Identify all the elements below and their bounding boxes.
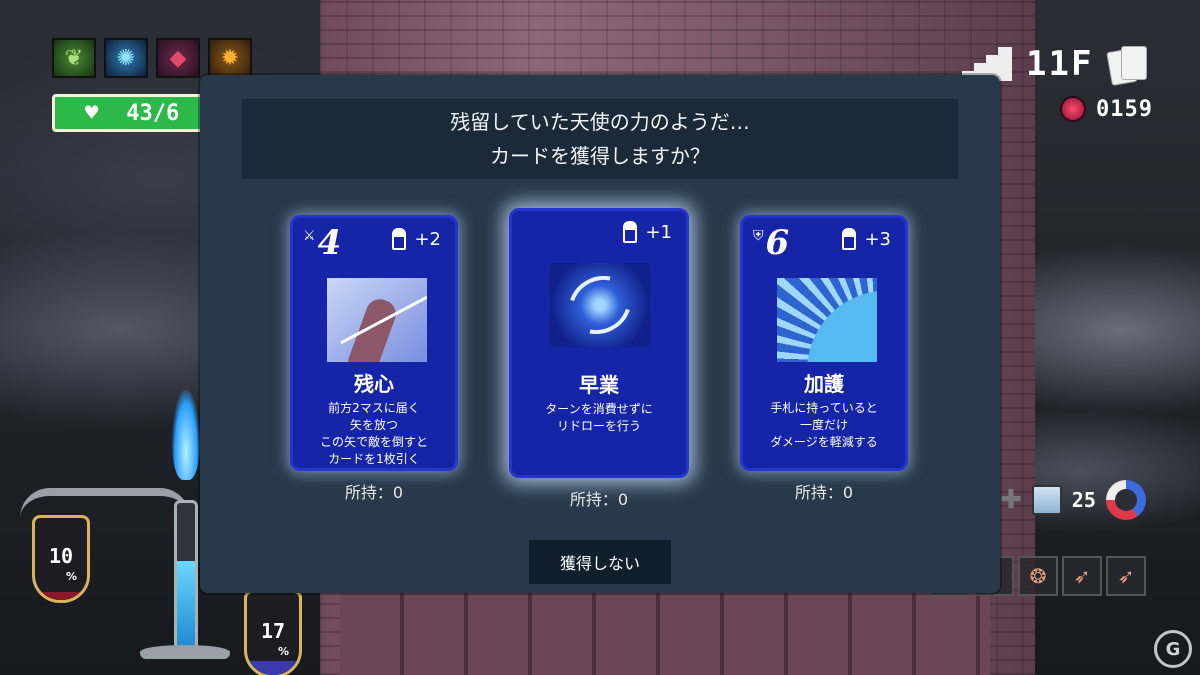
desc-line: 手札に持っていると: [770, 401, 878, 415]
herb-icon: ❦: [52, 38, 96, 78]
desc-line: 前方2マスに届く: [328, 401, 420, 415]
card-charge-value: +3: [864, 228, 891, 250]
card-name: 残心: [354, 372, 394, 396]
card-zanshin[interactable]: ⚔ 4 +2 残心 前方2マスに届く 矢を放つ この矢で敵を倒すと カードを1枚…: [290, 215, 458, 471]
meat-icon[interactable]: ❂: [1018, 556, 1058, 596]
card-name: 加護: [804, 372, 844, 396]
card-charge-value: +2: [414, 228, 441, 250]
card-description: 手札に持っていると 一度だけ ダメージを軽減する: [747, 400, 901, 451]
card-description: ターンを消費せずに リドローを行う: [516, 401, 682, 435]
card-description: 前方2マスに届く 矢を放つ この矢で敵を倒すと カードを1枚引く: [297, 400, 451, 468]
card-option: ⛨ 6 +3 加護 手札に持っていると 一度だけ ダメージを軽減する 所持：0: [738, 215, 910, 503]
desc-line: ダメージを軽減する: [770, 435, 878, 449]
ring-gauge-icon: [1105, 480, 1146, 520]
charge-icon: [623, 221, 638, 243]
card-art-barrier: [777, 278, 877, 362]
status-effects: ❦ ✺ ◆ ✹: [52, 38, 252, 78]
lamp-arm: [20, 488, 190, 518]
card-option: +1 早業 ターンを消費せずに リドローを行う 所持：0: [506, 208, 692, 510]
card-charge: +1: [623, 221, 672, 243]
plus-icon: ✚: [1000, 485, 1022, 515]
card-hayawaza[interactable]: +1 早業 ターンを消費せずに リドローを行う: [509, 208, 689, 478]
block-icon: [1031, 485, 1062, 515]
gauge-unit: %: [277, 645, 289, 658]
card-charge-value: +1: [645, 221, 672, 243]
gauge-value: 17: [260, 619, 286, 643]
card-owned-count: 所持：0: [794, 483, 854, 502]
hunger-gauge: 10 %: [32, 515, 90, 603]
card-cost-value: 4: [317, 223, 342, 263]
gem-icon: [1060, 96, 1086, 122]
message-line: 残留していた天使の力のようだ…: [450, 110, 750, 134]
gem-counter: 0159: [1060, 96, 1153, 122]
card-cost-value: 6: [765, 223, 790, 263]
lamp-tube: [174, 500, 198, 650]
deck-icon[interactable]: [1107, 46, 1148, 82]
card-charge: +2: [392, 228, 441, 250]
shield-icon: ◆: [156, 38, 200, 78]
card-option: ⚔ 4 +2 残心 前方2マスに届く 矢を放つ この矢で敵を倒すと カードを1枚…: [288, 215, 460, 503]
card-cost: ⚔ 4: [303, 226, 341, 260]
card-art-arrow: [327, 278, 427, 362]
block-count: 25: [1071, 488, 1096, 512]
card-cost: ⛨ 6: [753, 226, 789, 260]
gauge-fill: [35, 591, 87, 600]
card-owned-count: 所持：0: [569, 490, 629, 509]
hp-bar: ♥ 43/6: [52, 94, 212, 132]
heart-icon: ♥: [85, 100, 99, 126]
gauge-fill: [247, 661, 299, 675]
item-bar: ✚ 25: [1000, 480, 1146, 520]
blue-flame-icon: [172, 390, 200, 480]
desc-line: リドローを行う: [556, 419, 641, 433]
sun-icon: ✹: [208, 38, 252, 78]
magic-circle-icon: ✺: [104, 38, 148, 78]
desc-line: 一度だけ: [799, 418, 848, 432]
card-owned-count: 所持：0: [344, 483, 404, 502]
card-art-swirl: [550, 263, 650, 347]
sword-icon: ⚔: [303, 228, 316, 244]
card-kago[interactable]: ⛨ 6 +3 加護 手札に持っていると 一度だけ ダメージを軽減する: [740, 215, 908, 471]
gauge-value: 10: [48, 544, 74, 568]
floor-label: 11F: [1026, 44, 1094, 84]
lamp-foot: [140, 645, 230, 659]
desc-line: この矢で敵を倒すと: [319, 435, 428, 449]
charge-icon: [392, 228, 407, 250]
tower-base: [340, 590, 990, 675]
watermark-logo: G: [1154, 630, 1192, 668]
gauge-unit: %: [65, 570, 77, 583]
desc-line: ターンを消費せずに: [545, 402, 653, 416]
energy-gauge: 17 %: [244, 590, 302, 675]
message-line: カードを獲得しますか？: [490, 144, 710, 168]
shield-icon: ⛨: [753, 228, 764, 244]
lamp-tube-fill: [177, 560, 195, 647]
card-charge: +3: [842, 228, 891, 250]
fang-icon[interactable]: ➶: [1106, 556, 1146, 596]
card-name: 早業: [579, 373, 619, 397]
dialog-message: 残留していた天使の力のようだ… カードを獲得しますか？: [242, 99, 958, 179]
hp-value: 43/6: [126, 100, 180, 126]
gem-count: 0159: [1096, 96, 1153, 122]
charge-icon: [842, 228, 857, 250]
desc-line: 矢を放つ: [349, 418, 398, 432]
fang-icon[interactable]: ➶: [1062, 556, 1102, 596]
decline-button[interactable]: 獲得しない: [529, 540, 671, 584]
card-reward-dialog: 残留していた天使の力のようだ… カードを獲得しますか？ ⚔ 4 +2 残心 前方…: [200, 75, 1000, 593]
desc-line: カードを1枚引く: [328, 452, 420, 466]
